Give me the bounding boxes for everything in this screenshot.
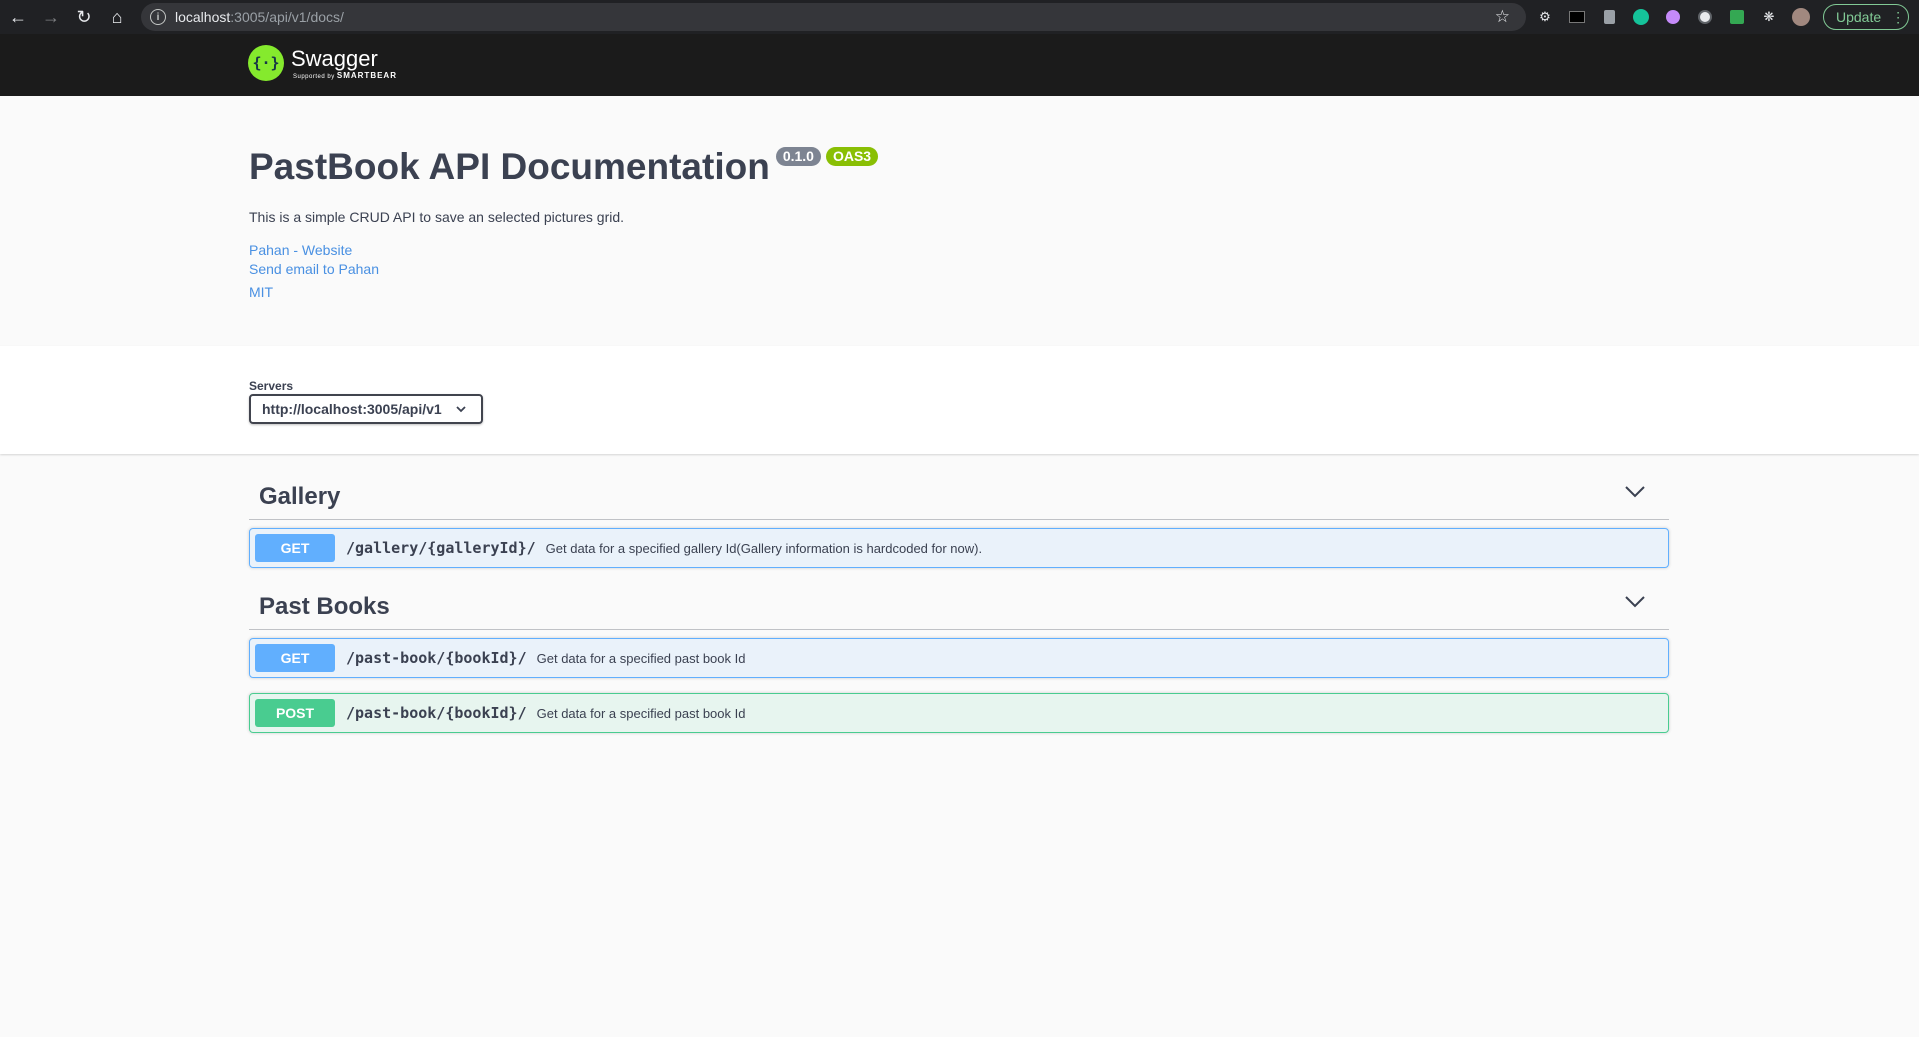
op-summary: Get data for a specified gallery Id(Gall… — [545, 540, 983, 556]
url-host: localhost — [175, 9, 231, 25]
email-link[interactable]: Send email to Pahan — [249, 260, 1919, 279]
avatar[interactable] — [1791, 7, 1811, 27]
version-badge: 0.1.0 — [775, 147, 821, 166]
op-summary: Get data for a specified past book Id — [536, 705, 746, 721]
tag-past-books[interactable]: Past Books — [249, 584, 1669, 630]
opblock-get-gallery[interactable]: GET /gallery/{galleryId}/ Get data for a… — [249, 528, 1669, 568]
chevron-down-icon[interactable] — [1625, 486, 1645, 498]
browser-toolbar: ← → ↻ ⌂ i localhost:3005/api/v1/docs/ ☆ … — [0, 0, 1919, 34]
info-links: Pahan - Website Send email to Pahan MIT — [249, 241, 1919, 302]
logo-sub-brand: SMARTBEAR — [336, 70, 397, 80]
method-badge: GET — [255, 644, 335, 672]
servers-selected: http://localhost:3005/api/v1 — [262, 401, 442, 417]
method-badge: POST — [255, 699, 335, 727]
oas-badge: OAS3 — [825, 147, 879, 166]
extension-icon[interactable] — [1695, 7, 1715, 27]
bookmark-star-icon[interactable]: ☆ — [1495, 7, 1510, 27]
address-url[interactable]: localhost:3005/api/v1/docs/ — [175, 9, 344, 25]
method-badge: GET — [255, 534, 335, 562]
op-path: /past-book/{bookId}/ — [346, 704, 527, 722]
op-summary: Get data for a specified past book Id — [536, 650, 746, 666]
chevron-down-icon[interactable] — [1625, 596, 1645, 608]
logo-sub: Supported by SMARTBEAR — [293, 71, 397, 80]
update-button[interactable]: Update ⋮ — [1823, 4, 1909, 30]
swagger-logo[interactable]: {·} Swagger Supported by SMARTBEAR — [248, 45, 397, 81]
back-arrow-icon[interactable]: ← — [3, 2, 33, 32]
extension-icon[interactable] — [1567, 7, 1587, 27]
grammarly-icon[interactable] — [1631, 7, 1651, 27]
op-path: /gallery/{galleryId}/ — [346, 539, 536, 557]
forward-arrow-icon[interactable]: → — [36, 2, 66, 32]
logo-sub-prefix: Supported by — [293, 73, 335, 80]
site-info-icon[interactable]: i — [150, 9, 166, 25]
tag-gallery[interactable]: Gallery — [249, 474, 1669, 520]
tag-name: Gallery — [259, 482, 341, 510]
chevron-down-icon — [456, 406, 466, 413]
logo-text: Swagger Supported by SMARTBEAR — [291, 45, 397, 80]
servers-label: Servers — [249, 379, 294, 393]
servers-select[interactable]: http://localhost:3005/api/v1 — [249, 394, 483, 424]
api-info: PastBook API Documentation 0.1.0 OAS3 Th… — [0, 96, 1919, 346]
url-path: :3005/api/v1/docs/ — [230, 9, 344, 25]
extension-icon[interactable] — [1599, 7, 1619, 27]
address-bar[interactable]: i localhost:3005/api/v1/docs/ ☆ — [141, 3, 1526, 31]
puzzle-icon[interactable]: ❋ — [1759, 7, 1779, 27]
reload-icon[interactable]: ↻ — [69, 2, 99, 32]
extensions-area: ⚙ ❋ — [1535, 7, 1811, 27]
menu-dots-icon[interactable]: ⋮ — [1891, 9, 1905, 26]
tag-name: Past Books — [259, 592, 390, 620]
swagger-topbar: {·} Swagger Supported by SMARTBEAR — [0, 34, 1919, 96]
home-icon[interactable]: ⌂ — [102, 2, 132, 32]
api-description: This is a simple CRUD API to save an sel… — [249, 209, 625, 225]
extension-icon[interactable]: ⚙ — [1535, 7, 1555, 27]
license-link[interactable]: MIT — [249, 283, 1919, 302]
logo-name: Swagger — [291, 45, 378, 71]
op-path: /past-book/{bookId}/ — [346, 649, 527, 667]
page-title: PastBook API Documentation — [249, 146, 770, 187]
servers-section: Servers http://localhost:3005/api/v1 — [0, 346, 1919, 454]
opblock-get-past-book[interactable]: GET /past-book/{bookId}/ Get data for a … — [249, 638, 1669, 678]
extension-icon[interactable] — [1727, 7, 1747, 27]
opblock-post-past-book[interactable]: POST /past-book/{bookId}/ Get data for a… — [249, 693, 1669, 733]
update-label: Update — [1836, 9, 1882, 25]
website-link[interactable]: Pahan - Website — [249, 241, 1919, 260]
extension-icon[interactable] — [1663, 7, 1683, 27]
swagger-logo-icon: {·} — [248, 45, 284, 81]
title-row: PastBook API Documentation 0.1.0 OAS3 — [249, 96, 1919, 189]
